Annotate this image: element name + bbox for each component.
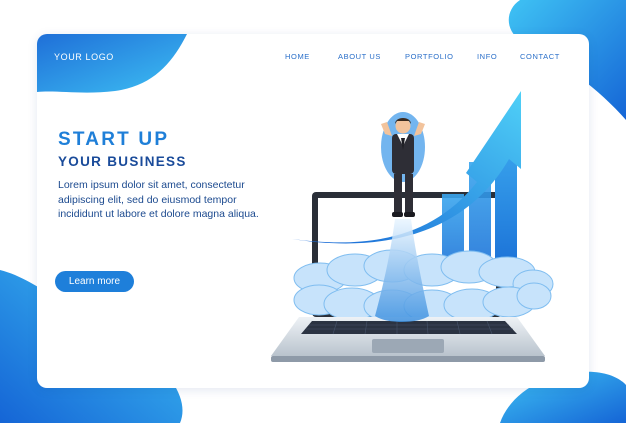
landing-card: YOUR LOGO HOME ABOUT US PORTFOLIO INFO C…	[37, 34, 589, 388]
hero-illustration	[271, 91, 554, 362]
laptop-keyboard-icon	[271, 317, 545, 362]
